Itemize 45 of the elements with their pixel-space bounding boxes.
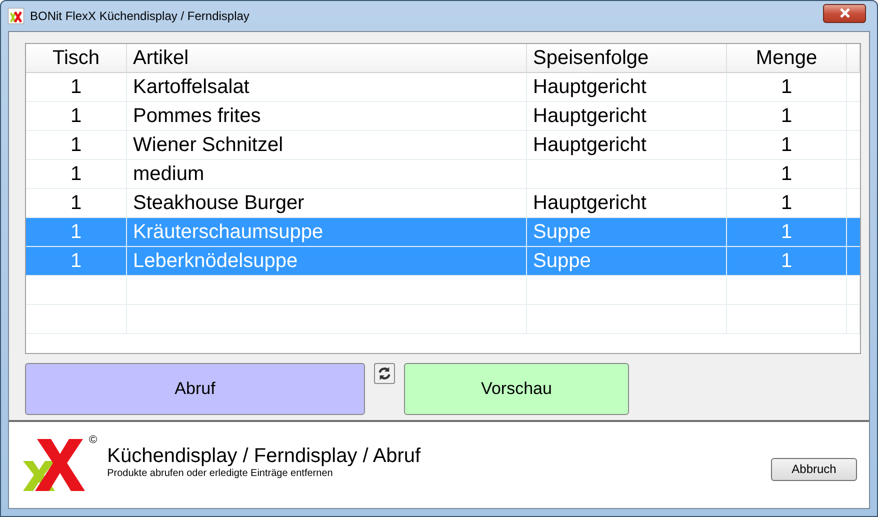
column-header[interactable]: Tisch xyxy=(26,44,127,73)
header-filler xyxy=(847,44,860,73)
refresh-button[interactable] xyxy=(374,363,395,384)
table-cell: 1 xyxy=(26,131,127,160)
table-cell: 1 xyxy=(727,73,847,102)
row-filler xyxy=(847,247,860,276)
close-icon xyxy=(838,8,852,18)
table-cell: 1 xyxy=(727,218,847,247)
table-cell: 1 xyxy=(26,247,127,276)
table-cell: Hauptgericht xyxy=(527,189,727,218)
table-cell: Kräuterschaumsuppe xyxy=(127,218,527,247)
window-title: BONit FlexX Küchendisplay / Ferndisplay xyxy=(30,9,250,23)
table-cell: Steakhouse Burger xyxy=(127,189,527,218)
table-cell: 1 xyxy=(727,102,847,131)
table-cell: 1 xyxy=(26,73,127,102)
row-filler xyxy=(847,218,860,247)
table-cell: Suppe xyxy=(527,218,727,247)
table-cell: 1 xyxy=(26,102,127,131)
table-cell: Leberknödelsuppe xyxy=(127,247,527,276)
column-header[interactable]: Menge xyxy=(727,44,847,73)
table-cell: 1 xyxy=(727,160,847,189)
copyright-mark: © xyxy=(89,434,98,446)
table-cell: Suppe xyxy=(527,247,727,276)
table-cell: Hauptgericht xyxy=(527,73,727,102)
table-cell: Hauptgericht xyxy=(527,102,727,131)
column-header[interactable]: Speisenfolge xyxy=(527,44,727,73)
column-header[interactable]: Artikel xyxy=(127,44,527,73)
table-cell: 1 xyxy=(727,131,847,160)
table-cell: medium xyxy=(127,160,527,189)
table-cell: 1 xyxy=(727,247,847,276)
preview-button[interactable]: Vorschau xyxy=(404,363,629,415)
footer-subtitle: Produkte abrufen oder erledigte Einträge entfernen xyxy=(107,468,334,479)
table-cell: 1 xyxy=(26,189,127,218)
close-button[interactable] xyxy=(823,4,866,22)
table-cell: Hauptgericht xyxy=(527,131,727,160)
app-icon xyxy=(8,8,24,24)
cancel-button[interactable]: Abbruch xyxy=(771,458,857,480)
table-cell: 1 xyxy=(26,218,127,247)
table-cell: Kartoffelsalat xyxy=(127,73,527,102)
table-cell: 1 xyxy=(26,160,127,189)
table-cell: Wiener Schnitzel xyxy=(127,131,527,160)
table-cell: Pommes frites xyxy=(127,102,527,131)
footer-title: Küchendisplay / Ferndisplay / Abruf xyxy=(107,445,422,468)
recall-button[interactable]: Abruf xyxy=(25,363,365,415)
table-cell: 1 xyxy=(727,189,847,218)
